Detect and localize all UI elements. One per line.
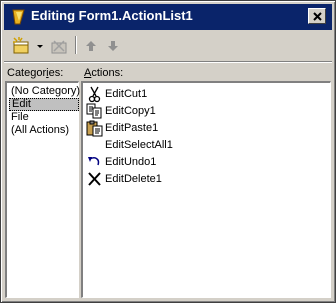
copy-icon bbox=[86, 103, 102, 119]
action-item-editselectall[interactable]: EditSelectAll1 bbox=[86, 137, 286, 154]
new-action-icon bbox=[13, 37, 29, 54]
dropdown-arrow-icon bbox=[37, 45, 43, 48]
action-item-editcut[interactable]: EditCut1 bbox=[86, 86, 286, 103]
categories-label-suffix: es: bbox=[48, 67, 64, 79]
category-item-all-actions[interactable]: (All Actions) bbox=[9, 124, 71, 137]
action-label: EditCut1 bbox=[105, 88, 148, 100]
new-action-button[interactable] bbox=[10, 35, 34, 57]
arrow-up-icon bbox=[86, 41, 96, 51]
action-label: EditSelectAll1 bbox=[105, 139, 173, 151]
category-item-no-category[interactable]: (No Category) bbox=[9, 85, 82, 98]
actions-label-suffix: ctions: bbox=[91, 67, 124, 79]
title-bar[interactable]: Editing Form1.ActionList1 bbox=[4, 4, 332, 30]
action-item-editcopy[interactable]: EditCopy1 bbox=[86, 103, 286, 120]
categories-label-prefix: Categor bbox=[7, 67, 47, 79]
action-label: EditPaste1 bbox=[105, 122, 159, 134]
toolbar-divider bbox=[4, 61, 332, 63]
categories-listbox[interactable]: (No Category) Edit File (All Actions) bbox=[5, 81, 82, 298]
delete-action-icon bbox=[51, 40, 67, 54]
action-item-editpaste[interactable]: EditPaste1 bbox=[86, 120, 286, 137]
delete-action-button[interactable] bbox=[48, 35, 72, 57]
actions-listbox[interactable]: EditCut1 EditCopy1 EditPaste1 EditSelect… bbox=[81, 81, 331, 298]
undo-icon bbox=[88, 157, 100, 166]
move-down-button[interactable] bbox=[103, 35, 123, 57]
actions-label: Actions: bbox=[84, 67, 123, 79]
delphi-app-icon bbox=[12, 9, 25, 25]
window-title: Editing Form1.ActionList1 bbox=[31, 8, 193, 23]
action-label: EditDelete1 bbox=[105, 173, 162, 185]
action-label: EditUndo1 bbox=[105, 156, 157, 168]
toolbar-separator bbox=[75, 36, 77, 54]
action-item-editundo[interactable]: EditUndo1 bbox=[86, 154, 286, 171]
new-action-dropdown-button[interactable] bbox=[35, 35, 45, 57]
action-item-editdelete[interactable]: EditDelete1 bbox=[86, 171, 286, 188]
move-up-button[interactable] bbox=[81, 35, 101, 57]
category-item-edit[interactable]: Edit bbox=[9, 98, 79, 111]
arrow-down-icon bbox=[108, 41, 118, 51]
paste-icon bbox=[86, 120, 103, 137]
close-icon bbox=[313, 12, 322, 21]
delete-x-icon bbox=[88, 172, 101, 186]
action-label: EditCopy1 bbox=[105, 105, 156, 117]
action-list-editor-window: Editing Form1.ActionList1 Categories: Ac… bbox=[0, 0, 336, 303]
toolbar bbox=[4, 32, 332, 60]
categories-label: Categories: bbox=[7, 67, 63, 79]
category-item-file[interactable]: File bbox=[9, 111, 31, 124]
close-button[interactable] bbox=[308, 8, 326, 24]
scissors-icon bbox=[88, 86, 101, 103]
